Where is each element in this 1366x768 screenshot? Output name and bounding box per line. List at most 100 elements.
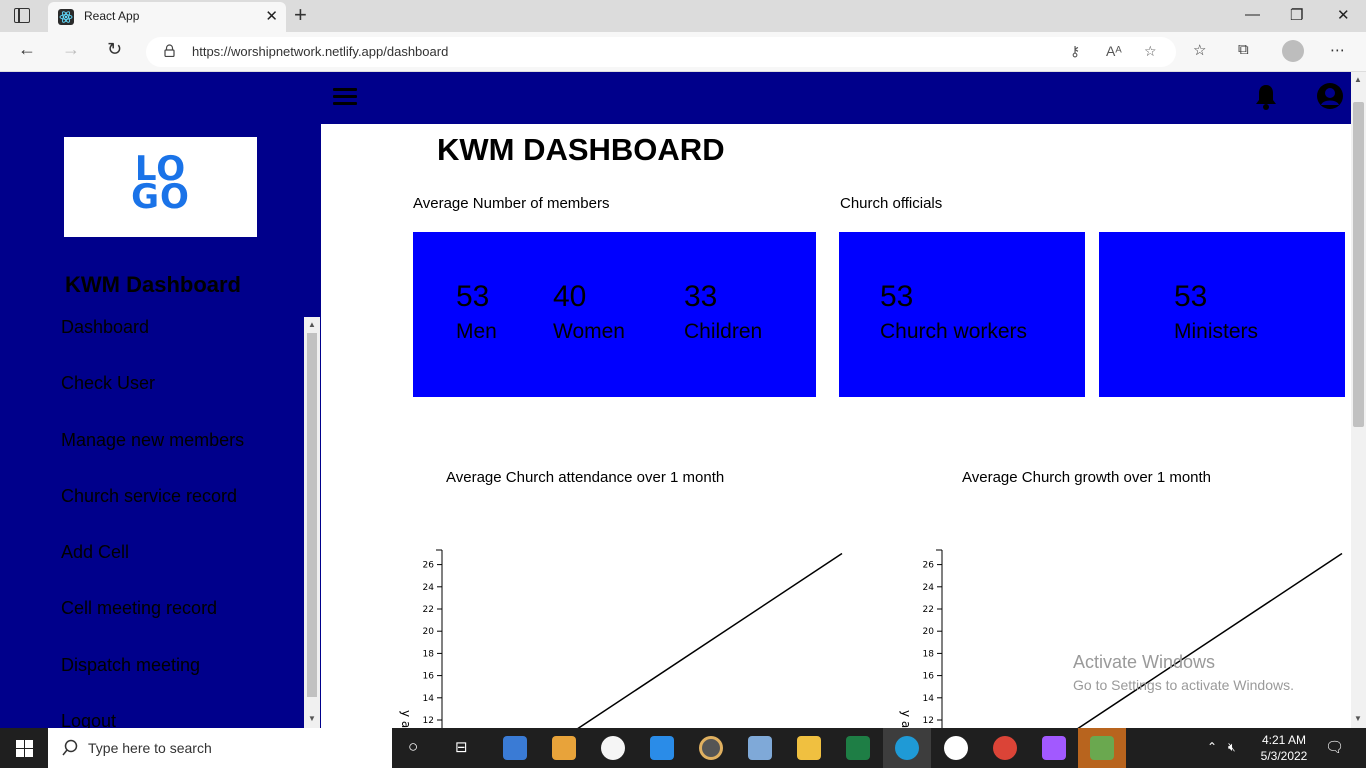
growth-chart-title: Average Church growth over 1 month [962, 469, 1212, 486]
favorites-icon[interactable]: ☆ [1193, 41, 1206, 59]
browser-toolbar: ← → ↻ https://worshipnetwork.netlify.app… [0, 32, 1366, 72]
members-section-label: Average Number of members [413, 195, 610, 212]
forward-icon[interactable]: → [62, 39, 80, 60]
stat-value: 53 [880, 280, 914, 313]
address-bar[interactable]: https://worshipnetwork.netlify.app/dashb… [146, 37, 1176, 67]
series-line [577, 552, 843, 728]
restore-icon[interactable]: ❐ [1290, 6, 1303, 24]
show-hidden-icons-icon[interactable]: ⌃ [1207, 740, 1217, 754]
store-icon[interactable] [503, 736, 527, 760]
y-tick-label: 16 [423, 672, 435, 682]
user-account-icon[interactable] [1316, 82, 1344, 110]
stat-label: Men [456, 320, 497, 343]
y-axis-label: y ax [899, 710, 913, 728]
tab-title: React App [84, 9, 140, 23]
stat-label: Church workers [880, 320, 1028, 343]
y-tick-label: 24 [923, 583, 935, 593]
series-line [1077, 552, 1343, 728]
y-axis-label: y ax [399, 710, 413, 728]
music-player-icon[interactable] [699, 736, 723, 760]
members-card: 53 Men 40 Women 33 Children [413, 232, 816, 397]
remote-desktop-icon[interactable] [1090, 736, 1114, 760]
activate-windows-subtitle: Go to Settings to activate Windows. [1073, 677, 1294, 693]
collections-icon[interactable]: ⧉ [1238, 41, 1249, 58]
stat-men: 53 Men [456, 280, 497, 344]
task-view-icon[interactable]: ⊟ [455, 738, 468, 756]
stat-value: 33 [684, 280, 718, 313]
logo: LO GO [64, 137, 257, 237]
tab-close-icon[interactable]: ✕ [265, 7, 278, 25]
windows-start-icon[interactable] [16, 740, 33, 757]
edge-icon[interactable] [895, 736, 919, 760]
sidebar-scroll-thumb[interactable] [307, 333, 317, 697]
figma-icon[interactable] [1042, 736, 1066, 760]
more-icon[interactable]: ⋯ [1330, 41, 1345, 59]
sidebar-item-church-service-record[interactable]: Church service record [61, 486, 237, 507]
y-tick-label: 26 [423, 561, 435, 571]
stat-women: 40 Women [553, 280, 625, 344]
cortana-icon[interactable]: ○ [408, 737, 418, 757]
y-tick-label: 14 [423, 694, 435, 704]
back-icon[interactable]: ← [18, 39, 36, 60]
y-tick-label: 22 [923, 605, 934, 615]
stat-label: Children [684, 320, 763, 343]
sidebar-item-dashboard[interactable]: Dashboard [61, 317, 149, 338]
page-scroll-thumb[interactable] [1353, 102, 1364, 427]
attendance-line-chart: 12 14 16 18 20 22 24 26 y ax [399, 549, 843, 728]
taskbar-clock[interactable]: 4:21 AM 5/3/2022 [1252, 732, 1316, 764]
officials-section-label: Church officials [840, 195, 943, 212]
sidebar-item-check-user[interactable]: Check User [61, 373, 155, 394]
notifications-icon[interactable]: 🗨︎ [1325, 738, 1344, 756]
top-navbar [321, 72, 1351, 124]
taskbar-search[interactable]: Type here to search [48, 728, 392, 768]
add-favorite-icon[interactable]: ☆ [1144, 43, 1157, 60]
fl-studio-icon[interactable] [552, 736, 576, 760]
tab-actions-icon[interactable] [14, 8, 30, 23]
page-scrollbar[interactable]: ▲ ▼ [1351, 72, 1366, 728]
media-icon[interactable] [601, 736, 625, 760]
notes-icon[interactable] [748, 736, 772, 760]
word-icon[interactable] [944, 736, 968, 760]
scroll-down-icon[interactable]: ▼ [308, 714, 316, 723]
sidebar-item-dispatch-meeting[interactable]: Dispatch meeting [61, 655, 200, 676]
volume-muted-icon[interactable]: 🔇︎ [1228, 740, 1236, 755]
key-icon[interactable]: ⚷ [1070, 43, 1080, 60]
bell-icon[interactable] [1254, 83, 1278, 111]
file-explorer-icon[interactable] [797, 736, 821, 760]
scroll-up-icon[interactable]: ▲ [308, 320, 316, 329]
window-close-icon[interactable]: ✕ [1337, 6, 1350, 24]
scroll-down-icon[interactable]: ▼ [1354, 714, 1362, 723]
url-text: https://worshipnetwork.netlify.app/dashb… [192, 44, 449, 59]
scroll-up-icon[interactable]: ▲ [1354, 75, 1362, 84]
hamburger-menu-icon[interactable] [333, 88, 357, 106]
page-viewport: LO GO KWM Dashboard Dashboard Check User… [0, 72, 1366, 728]
minimize-icon[interactable]: — [1245, 6, 1260, 23]
stat-value: 40 [553, 280, 587, 313]
vscode-icon[interactable] [650, 736, 674, 760]
attendance-chart-title: Average Church attendance over 1 month [446, 469, 725, 486]
refresh-icon[interactable]: ↻ [107, 39, 122, 60]
new-tab-icon[interactable]: + [294, 2, 307, 28]
excel-icon[interactable] [846, 736, 870, 760]
sidebar-item-cell-meeting-record[interactable]: Cell meeting record [61, 598, 217, 619]
y-tick-label: 12 [423, 716, 434, 726]
stat-church-workers: 53 Church workers [880, 280, 1027, 344]
clock-date: 5/3/2022 [1260, 749, 1308, 763]
sidebar-title: KWM Dashboard [65, 272, 241, 297]
sidebar-item-logout[interactable]: Logout [61, 711, 116, 728]
browser-tab[interactable]: React App ✕ [48, 2, 286, 32]
y-tick-label: 22 [423, 605, 434, 615]
stat-label: Women [553, 320, 625, 343]
stat-ministers: 53 Ministers [1174, 280, 1258, 344]
profile-avatar[interactable] [1282, 40, 1304, 62]
sidebar-item-manage-new-members[interactable]: Manage new members [61, 430, 244, 451]
read-aloud-icon[interactable]: Aᴬ [1106, 43, 1122, 59]
sidebar-item-add-cell[interactable]: Add Cell [61, 542, 129, 563]
activate-windows-title: Activate Windows [1073, 652, 1216, 672]
y-tick-label: 14 [923, 694, 935, 704]
lock-icon [164, 44, 175, 57]
sidebar-scrollbar[interactable]: ▲ ▼ [304, 317, 320, 728]
y-tick-label: 18 [923, 649, 935, 659]
chrome-icon[interactable] [993, 736, 1017, 760]
y-tick-label: 26 [923, 561, 935, 571]
